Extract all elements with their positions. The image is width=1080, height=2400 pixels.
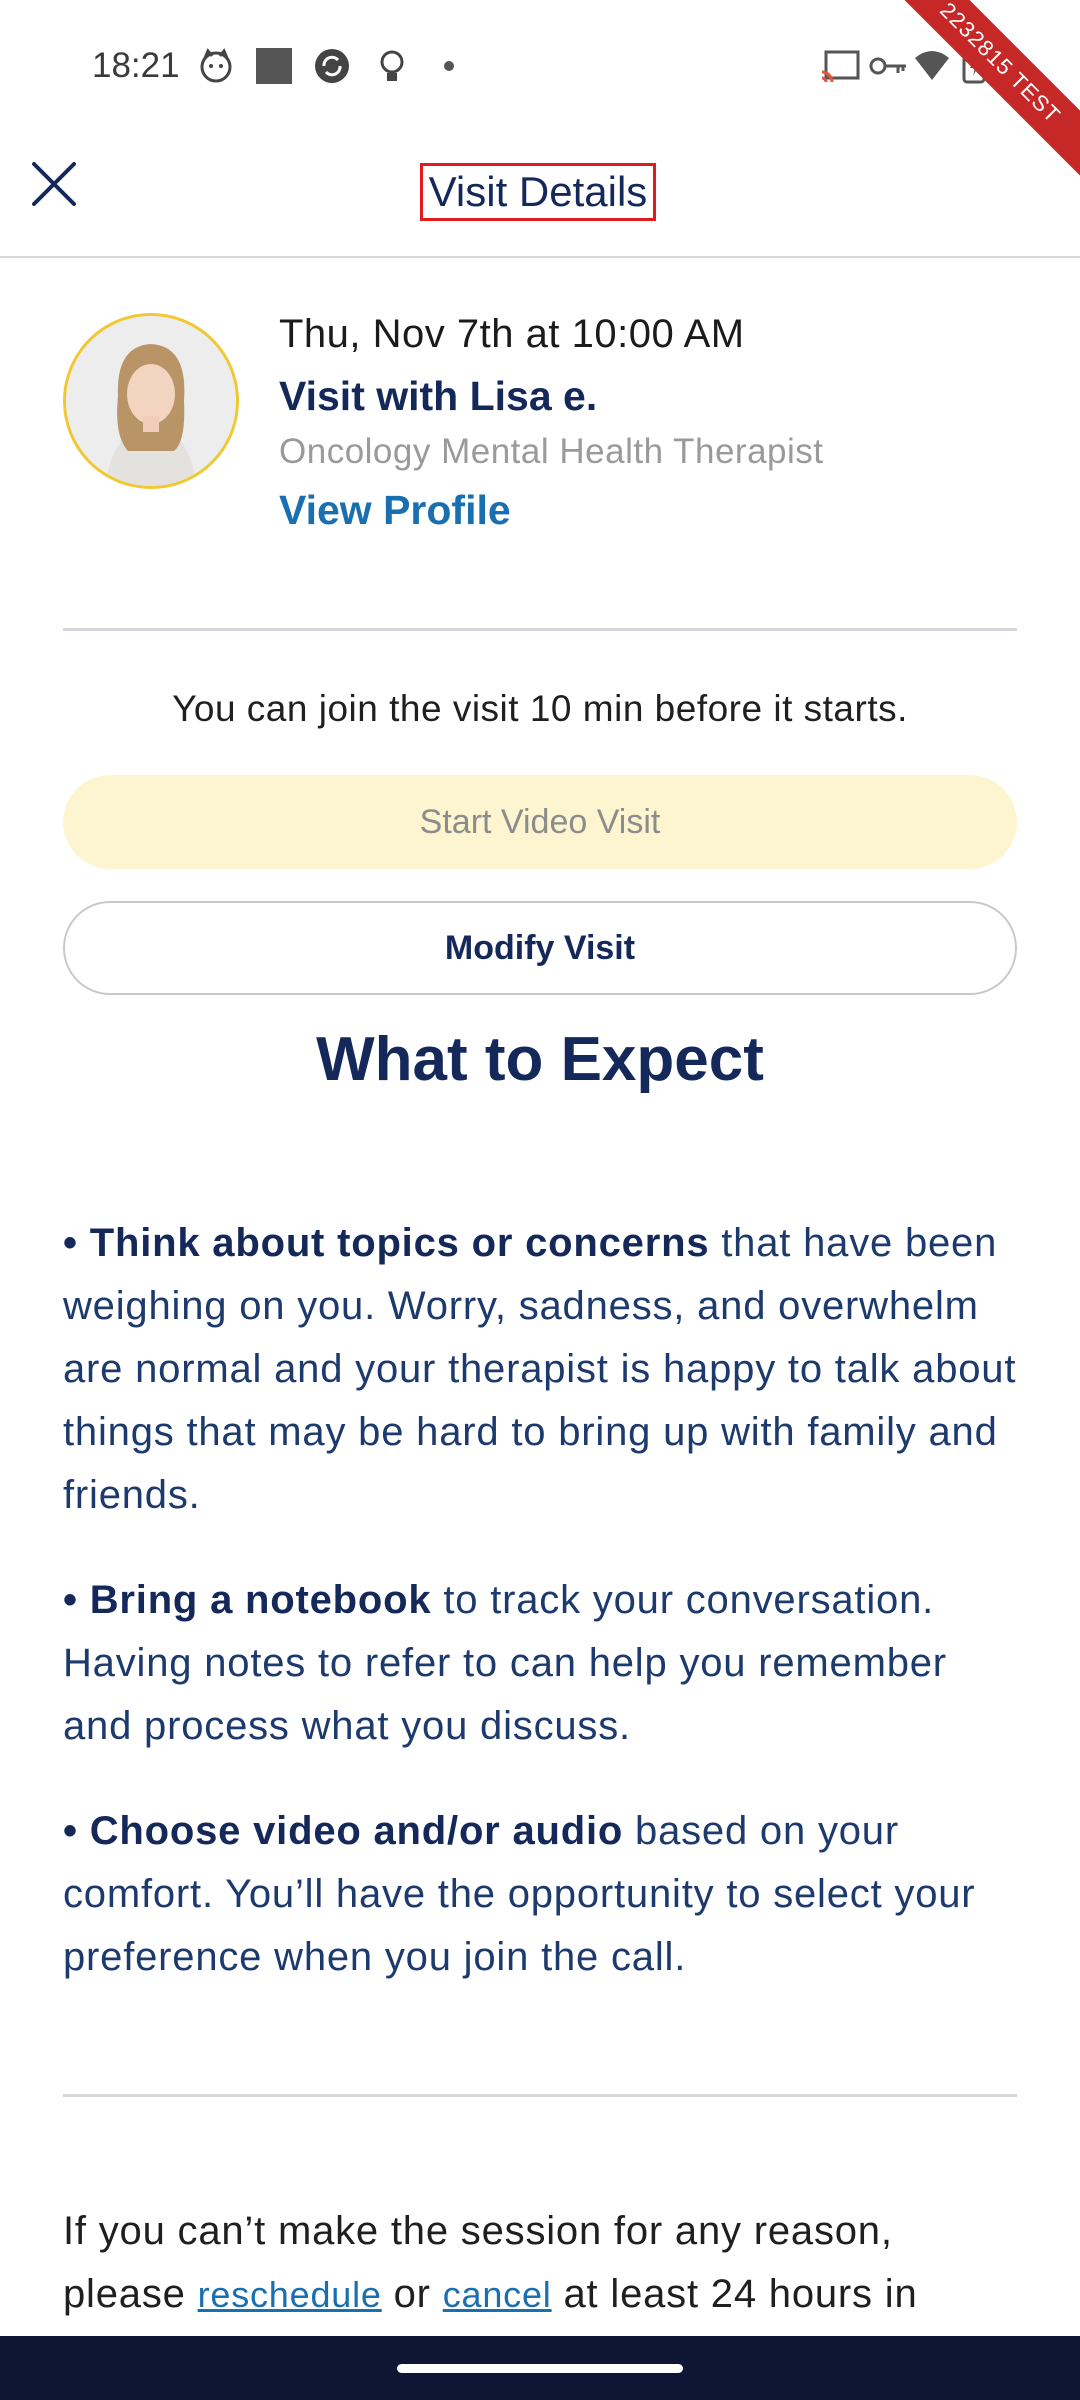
tip-heading: Choose video and/or audio xyxy=(89,1809,624,1853)
key-icon xyxy=(869,57,906,75)
tip-bullet: • xyxy=(63,1221,78,1265)
view-profile-link[interactable]: View Profile xyxy=(279,487,511,534)
visit-with: Visit with Lisa e. xyxy=(279,373,598,419)
square-icon xyxy=(256,48,292,84)
tip-heading: Think about topics or concerns xyxy=(89,1221,710,1265)
tip-bullet: • xyxy=(63,1809,78,1853)
policy-text: at least 24 hours in xyxy=(551,2272,918,2316)
divider xyxy=(63,628,1017,631)
dot-icon xyxy=(444,61,454,71)
home-handle[interactable] xyxy=(397,2364,683,2373)
bulb-icon xyxy=(380,50,404,81)
sync-icon xyxy=(315,49,349,83)
status-bar: 18:21 2232815 TEST xyxy=(0,0,1080,186)
tip-text: that have been weighing on you. Worry, s… xyxy=(63,1221,1017,1517)
system-nav-bar xyxy=(0,2336,1080,2400)
status-time: 18:21 xyxy=(92,46,180,85)
tip-item: • Think about topics or concerns that ha… xyxy=(63,1212,1023,1527)
provider-photo-icon xyxy=(66,316,236,486)
visit-date: Thu, Nov 7th at 10:00 AM xyxy=(279,312,745,356)
cancel-link[interactable]: cancel xyxy=(443,2274,552,2315)
page-title: Visit Details xyxy=(420,163,656,221)
close-icon[interactable] xyxy=(26,156,82,212)
provider-avatar xyxy=(63,313,239,489)
wifi-icon xyxy=(915,51,949,80)
cat-face-icon xyxy=(200,48,232,83)
provider-role: Oncology Mental Health Therapist xyxy=(279,432,824,471)
modify-visit-button[interactable]: Modify Visit xyxy=(63,901,1017,995)
tip-heading: Bring a notebook xyxy=(89,1578,432,1622)
cast-icon xyxy=(821,50,860,83)
start-video-visit-button[interactable]: Start Video Visit xyxy=(63,775,1017,869)
tip-bullet: • xyxy=(63,1578,78,1622)
tip-item: • Choose video and/or audio based on you… xyxy=(63,1800,1023,1989)
policy-text: or xyxy=(381,2272,443,2316)
tip-item: • Bring a notebook to track your convers… xyxy=(63,1569,1023,1758)
divider xyxy=(63,2094,1017,2097)
cancellation-policy: If you can’t make the session for any re… xyxy=(63,2200,1023,2326)
join-note: You can join the visit 10 min before it … xyxy=(172,688,908,729)
app-bar: Visit Details xyxy=(0,130,1080,258)
what-to-expect-title: What to Expect xyxy=(316,1025,764,1094)
reschedule-link[interactable]: reschedule xyxy=(198,2274,382,2315)
